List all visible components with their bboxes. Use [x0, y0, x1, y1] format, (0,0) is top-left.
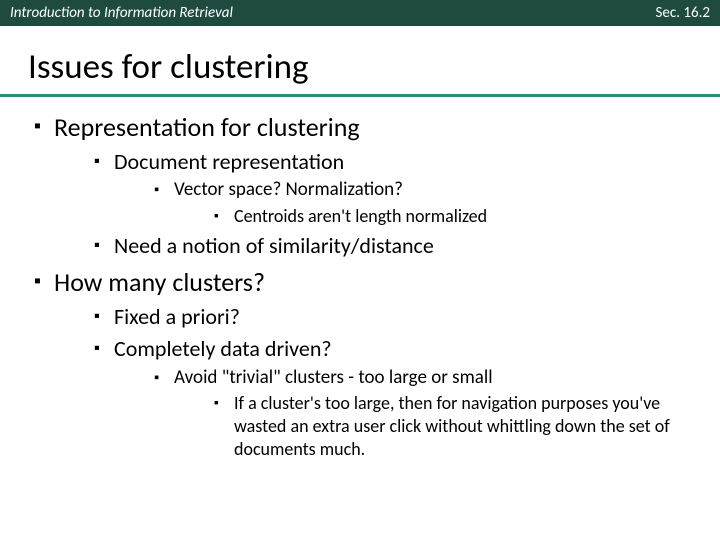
course-title: Introduction to Information Retrieval	[10, 4, 233, 22]
bullet-l4: If a cluster's too large, then for navig…	[210, 392, 704, 461]
bullet-l2: Fixed a priori?	[90, 303, 704, 331]
title-underline	[0, 94, 720, 97]
bullet-l2: Completely data driven? Avoid "trivial" …	[90, 335, 704, 461]
bullet-text: Fixed a priori?	[114, 303, 240, 330]
section-label: Sec. 16.2	[656, 4, 710, 22]
bullet-text: Vector space? Normalization?	[174, 178, 403, 201]
bullet-text: Centroids aren't length normalized	[234, 205, 487, 227]
bullet-l1: Representation for clustering Document r…	[30, 111, 704, 260]
bullet-l1: How many clusters? Fixed a priori? Compl…	[30, 266, 704, 461]
bullet-text: If a cluster's too large, then for navig…	[234, 392, 670, 460]
slide-title: Issues for clustering	[0, 26, 720, 94]
bullet-text: Need a notion of similarity/distance	[114, 232, 434, 259]
bullet-text: Document representation	[114, 148, 344, 175]
header-bar: Introduction to Information Retrieval Se…	[0, 0, 720, 26]
bullet-text: Representation for clustering	[54, 111, 360, 143]
bullet-text: Avoid "trivial" clusters - too large or …	[174, 366, 493, 389]
bullet-text: How many clusters?	[54, 266, 265, 298]
bullet-text: Completely data driven?	[114, 335, 332, 362]
slide-body: Representation for clustering Document r…	[0, 111, 720, 461]
bullet-l4: Centroids aren't length normalized	[210, 205, 704, 228]
bullet-l3: Avoid "trivial" clusters - too large or …	[150, 366, 704, 461]
bullet-l2: Need a notion of similarity/distance	[90, 232, 704, 260]
bullet-l2: Document representation Vector space? No…	[90, 148, 704, 228]
bullet-l3: Vector space? Normalization? Centroids a…	[150, 178, 704, 227]
